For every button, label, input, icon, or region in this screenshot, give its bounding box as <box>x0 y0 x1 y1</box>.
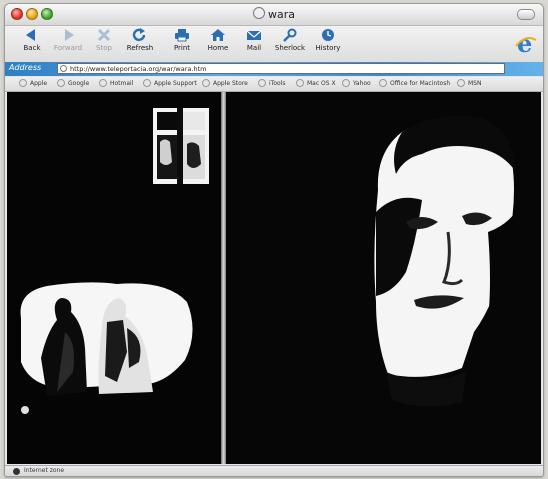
favorite-icon <box>202 79 210 87</box>
favorite-label: Yahoo <box>353 80 371 87</box>
history-button[interactable]: History <box>311 28 345 60</box>
left-frame <box>7 92 221 464</box>
svg-text:e: e <box>517 30 532 58</box>
favorite-icon <box>258 79 266 87</box>
sherlock-label: Sherlock <box>274 44 306 52</box>
page-icon <box>252 7 265 19</box>
favorite-office-for-macintosh[interactable]: Office for Macintosh <box>379 79 450 87</box>
address-url: http://www.teleportacia.org/war/wara.htm <box>70 65 207 73</box>
window-title-wrap: wara <box>5 7 543 21</box>
favorite-itools[interactable]: iTools <box>258 79 285 87</box>
favorite-label: Apple <box>30 80 48 87</box>
left-frame-artwork <box>7 92 221 464</box>
browser-window: wara Back Forward Stop Refresh Print Hom… <box>4 3 544 477</box>
page-content <box>7 92 541 464</box>
favorite-icon <box>457 79 465 87</box>
forward-button[interactable]: Forward <box>51 28 85 60</box>
window-image <box>153 108 209 184</box>
favorite-google[interactable]: Google <box>57 79 89 87</box>
globe-zone-icon <box>13 468 20 475</box>
favorites-bar: Apple Google Hotmail Apple Support Apple… <box>5 77 543 92</box>
stop-button[interactable]: Stop <box>87 28 121 60</box>
toolbar-toggle-button[interactable] <box>517 9 535 20</box>
address-field[interactable]: http://www.teleportacia.org/war/wara.htm <box>57 63 505 74</box>
home-label: Home <box>207 44 229 52</box>
mail-label: Mail <box>246 44 262 52</box>
favorite-msn[interactable]: MSN <box>457 79 481 87</box>
forward-arrow-icon <box>65 29 74 41</box>
favorite-label: Apple Store <box>213 80 248 87</box>
favorite-mac-os-x[interactable]: Mac OS X <box>296 79 336 87</box>
mail-button[interactable]: Mail <box>237 28 271 60</box>
forward-label: Forward <box>53 44 83 52</box>
favorite-icon <box>19 79 27 87</box>
favorite-icon <box>296 79 304 87</box>
print-label: Print <box>173 44 191 52</box>
favorite-hotmail[interactable]: Hotmail <box>99 79 133 87</box>
stop-label: Stop <box>96 44 112 52</box>
home-icon <box>211 29 225 41</box>
favorite-apple[interactable]: Apple <box>19 79 47 87</box>
favorite-yahoo[interactable]: Yahoo <box>342 79 371 87</box>
favorite-apple-support[interactable]: Apple Support <box>143 79 197 87</box>
favorite-label: Google <box>68 80 90 87</box>
globe-icon <box>60 65 67 72</box>
favorite-icon <box>379 79 387 87</box>
printer-icon <box>175 29 189 42</box>
favorite-label: Office for Macintosh <box>390 80 451 87</box>
history-label: History <box>315 44 341 52</box>
back-arrow-icon <box>26 29 35 41</box>
status-text: Internet zone <box>24 467 65 474</box>
title-bar[interactable]: wara <box>5 4 543 26</box>
toolbar: Back Forward Stop Refresh Print Home Mai… <box>5 26 543 62</box>
home-button[interactable]: Home <box>201 28 235 60</box>
mail-envelope-icon <box>246 30 262 40</box>
favorite-label: Mac OS X <box>307 80 336 87</box>
favorite-icon <box>342 79 350 87</box>
internet-explorer-logo-icon: e <box>515 30 537 58</box>
sherlock-button[interactable]: Sherlock <box>273 28 307 60</box>
print-button[interactable]: Print <box>165 28 199 60</box>
clock-icon <box>322 29 334 41</box>
address-bar: Address http://www.teleportacia.org/war/… <box>5 62 543 76</box>
status-bar: Internet zone <box>5 465 543 476</box>
refresh-icon <box>132 28 146 42</box>
favorite-icon <box>57 79 65 87</box>
favorite-icon <box>143 79 151 87</box>
favorite-icon <box>99 79 107 87</box>
magnifier-icon <box>283 28 297 42</box>
favorite-label: MSN <box>468 80 482 87</box>
refresh-button[interactable]: Refresh <box>123 28 157 60</box>
stop-x-icon <box>97 28 111 42</box>
back-label: Back <box>23 44 41 52</box>
favorite-label: Apple Support <box>154 80 197 87</box>
address-label: Address <box>9 63 42 72</box>
back-button[interactable]: Back <box>15 28 49 60</box>
right-frame <box>226 92 541 464</box>
portrait-image <box>226 92 541 464</box>
favorite-label: Hotmail <box>110 80 134 87</box>
refresh-label: Refresh <box>126 44 154 52</box>
favorite-label: iTools <box>269 80 286 87</box>
favorite-apple-store[interactable]: Apple Store <box>202 79 248 87</box>
window-title: wara <box>267 8 295 21</box>
